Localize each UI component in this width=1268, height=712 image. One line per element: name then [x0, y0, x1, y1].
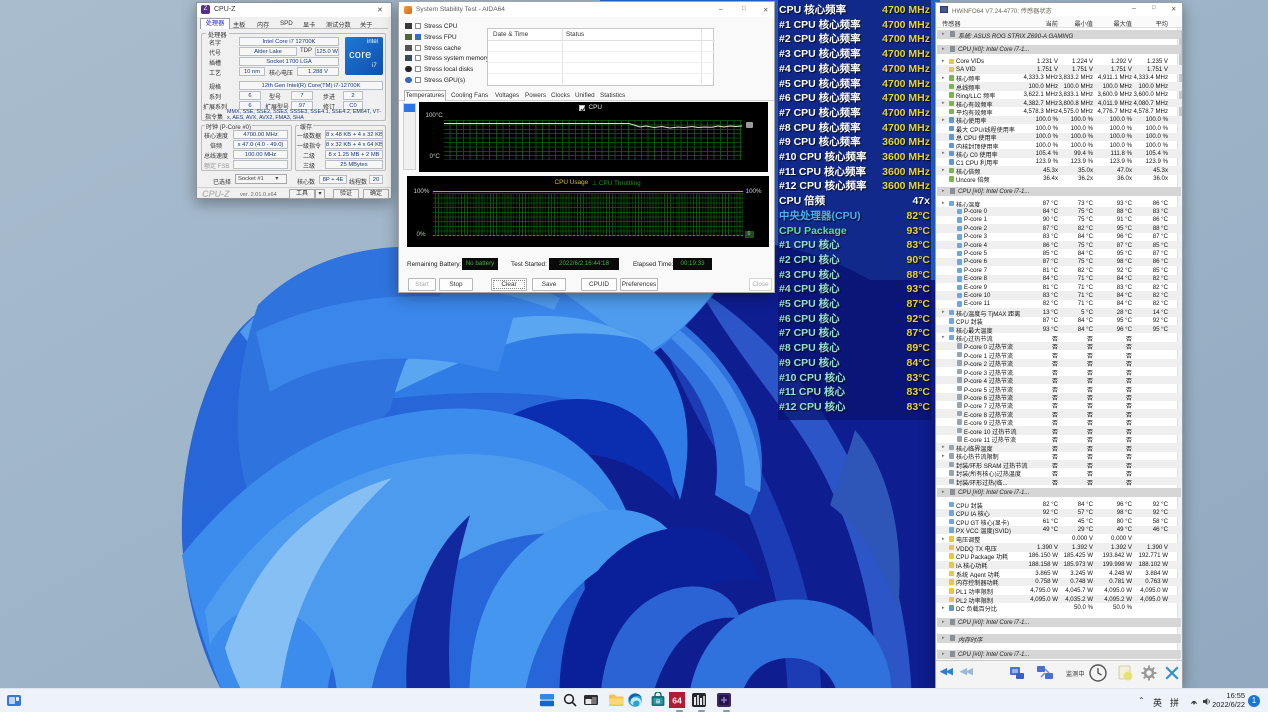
svg-text:64: 64 — [672, 696, 682, 706]
svg-text:⊞: ⊞ — [656, 699, 661, 705]
